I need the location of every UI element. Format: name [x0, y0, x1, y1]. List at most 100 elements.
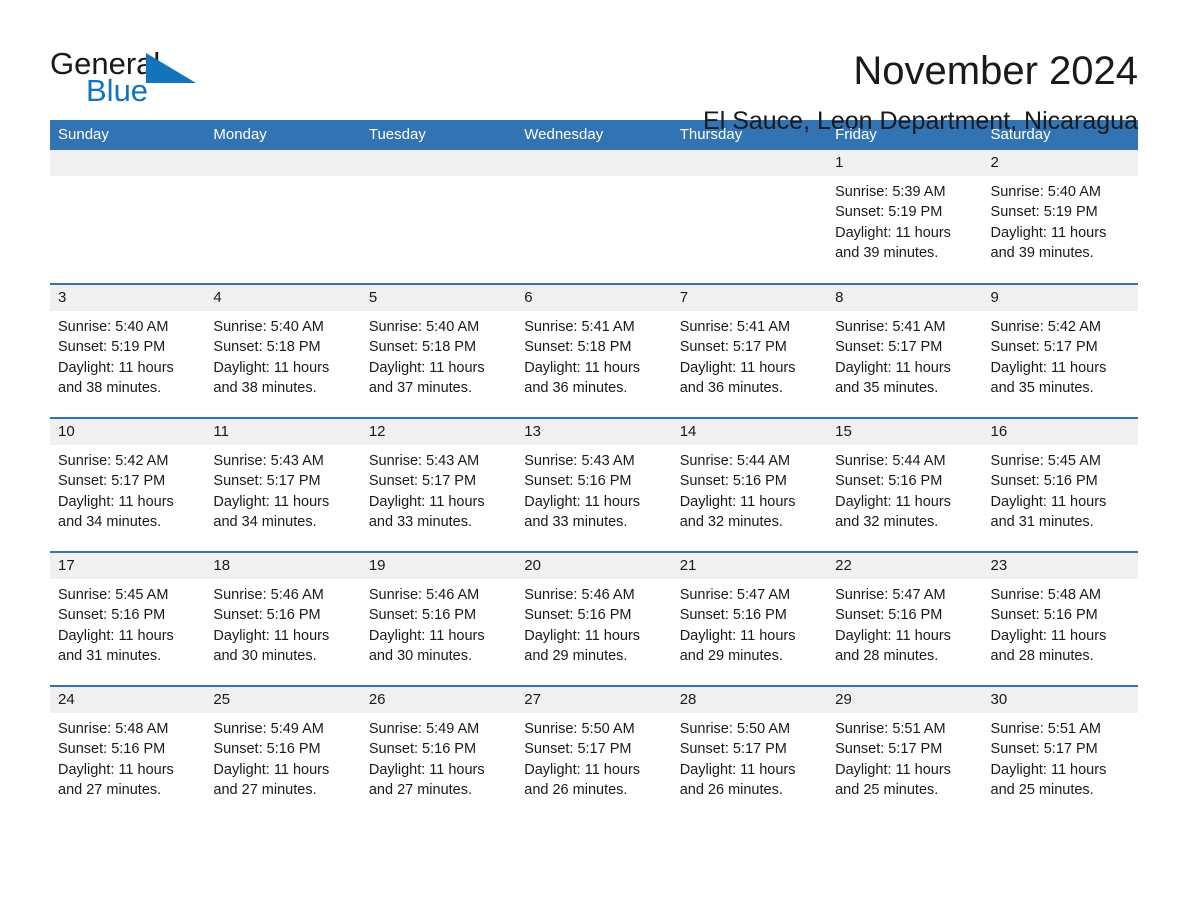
day-details: Sunrise: 5:45 AM Sunset: 5:16 PM Daylight:…	[50, 579, 205, 666]
weekday-header-sunday: Sunday	[50, 120, 206, 150]
calendar-day-cell[interactable]: 25 Sunrise: 5:49 AM Sunset: 5:16 PM Dayligh…	[205, 685, 361, 820]
day-cell-inner: 16 Sunrise: 5:45 AM Sunset: 5:16 PM Dayligh…	[982, 419, 1138, 551]
calendar-day-cell[interactable]: 15 Sunrise: 5:44 AM Sunset: 5:16 PM Dayligh…	[827, 417, 983, 552]
detail-sunset: Sunset: 5:17 PM	[679, 339, 787, 356]
day-details: Sunrise: 5:51 AM Sunset: 5:17 PM Daylight:…	[983, 713, 1138, 800]
calendar-day-cell[interactable]: 17 Sunrise: 5:45 AM Sunset: 5:16 PM Dayligh…	[50, 551, 206, 686]
detail-daylight-line2: and 25 minutes.	[990, 781, 1094, 798]
calendar-day-cell[interactable]: 8 Sunrise: 5:41 AM Sunset: 5:17 PM Daylight…	[827, 283, 983, 418]
weekday-header-tuesday: Tuesday	[360, 120, 517, 150]
day-number: 20	[516, 553, 672, 579]
day-number: 30	[982, 687, 1138, 713]
day-cell-inner: 15 Sunrise: 5:44 AM Sunset: 5:16 PM Dayligh…	[827, 419, 983, 551]
detail-daylight-line1: Daylight: 11 hours	[58, 359, 174, 376]
day-number	[671, 150, 828, 176]
day-details: Sunrise: 5:41 AM Sunset: 5:18 PM Daylight:…	[516, 311, 671, 398]
detail-sunset: Sunset: 5:16 PM	[679, 607, 787, 624]
detail-daylight-line2: and 30 minutes.	[213, 647, 317, 664]
day-number	[516, 150, 672, 176]
calendar-day-cell[interactable]: 19 Sunrise: 5:46 AM Sunset: 5:16 PM Dayligh…	[360, 551, 517, 686]
calendar-day-cell[interactable]: 3 Sunrise: 5:40 AM Sunset: 5:19 PM Daylight…	[50, 283, 206, 418]
detail-sunrise: Sunrise: 5:43 AM	[524, 453, 635, 469]
calendar-day-cell[interactable]: 9 Sunrise: 5:42 AM Sunset: 5:17 PM Daylight…	[982, 283, 1138, 418]
detail-daylight-line1: Daylight: 11 hours	[835, 761, 951, 778]
calendar-week-row: 17 Sunrise: 5:45 AM Sunset: 5:16 PM Dayligh…	[50, 551, 1138, 686]
calendar-day-cell[interactable]: 16 Sunrise: 5:45 AM Sunset: 5:16 PM Dayligh…	[982, 417, 1138, 552]
day-cell-inner: 10 Sunrise: 5:42 AM Sunset: 5:17 PM Dayligh…	[50, 419, 206, 551]
calendar-day-cell[interactable]: 13 Sunrise: 5:43 AM Sunset: 5:16 PM Dayligh…	[516, 417, 672, 552]
detail-daylight-line1: Daylight: 11 hours	[835, 627, 951, 644]
calendar-day-cell[interactable]: 6 Sunrise: 5:41 AM Sunset: 5:18 PM Daylight…	[516, 283, 672, 418]
day-number	[205, 150, 361, 176]
day-number: 13	[516, 419, 672, 445]
detail-daylight-line2: and 36 minutes.	[679, 379, 783, 396]
calendar-day-cell[interactable]: 11 Sunrise: 5:43 AM Sunset: 5:17 PM Dayligh…	[205, 417, 361, 552]
calendar-day-cell[interactable]: 7 Sunrise: 5:41 AM Sunset: 5:17 PM Daylight…	[671, 283, 828, 418]
day-number: 4	[205, 285, 361, 311]
calendar-day-cell[interactable]: 21 Sunrise: 5:47 AM Sunset: 5:16 PM Dayligh…	[671, 551, 828, 686]
calendar-day-cell[interactable]: 26 Sunrise: 5:49 AM Sunset: 5:16 PM Dayligh…	[360, 685, 517, 820]
day-details: Sunrise: 5:44 AM Sunset: 5:16 PM Daylight:…	[672, 445, 827, 532]
calendar-day-cell[interactable]: 14 Sunrise: 5:44 AM Sunset: 5:16 PM Dayligh…	[671, 417, 828, 552]
day-cell-inner: 17 Sunrise: 5:45 AM Sunset: 5:16 PM Dayligh…	[50, 553, 206, 685]
detail-daylight-line1: Daylight: 11 hours	[58, 493, 174, 510]
calendar-day-cell[interactable]: 12 Sunrise: 5:43 AM Sunset: 5:17 PM Dayligh…	[360, 417, 517, 552]
day-cell-inner: 26 Sunrise: 5:49 AM Sunset: 5:16 PM Dayligh…	[360, 687, 517, 820]
day-cell-inner	[50, 150, 206, 283]
detail-sunrise: Sunrise: 5:40 AM	[58, 319, 169, 335]
weekday-header-monday: Monday	[205, 120, 361, 150]
detail-sunrise: Sunrise: 5:40 AM	[990, 184, 1101, 200]
calendar-page: General Blue November 2024 El Sauce, Leo…	[0, 0, 1188, 918]
calendar-day-cell[interactable]: 30 Sunrise: 5:51 AM Sunset: 5:17 PM Dayligh…	[982, 685, 1138, 820]
detail-sunrise: Sunrise: 5:44 AM	[679, 453, 791, 469]
day-details: Sunrise: 5:42 AM Sunset: 5:17 PM Daylight:…	[983, 311, 1138, 398]
location-subtitle: El Sauce, Leon Department, Nicaragua	[703, 107, 1138, 135]
general-blue-logo[interactable]: General Blue	[50, 48, 200, 110]
detail-daylight-line2: and 27 minutes.	[368, 781, 473, 798]
calendar-day-cell[interactable]: 5 Sunrise: 5:40 AM Sunset: 5:18 PM Daylight…	[360, 283, 517, 418]
calendar-day-cell[interactable]: 29 Sunrise: 5:51 AM Sunset: 5:17 PM Dayligh…	[827, 685, 983, 820]
detail-sunrise: Sunrise: 5:48 AM	[58, 721, 169, 737]
detail-daylight-line2: and 39 minutes.	[835, 244, 939, 261]
detail-sunrise: Sunrise: 5:45 AM	[990, 453, 1101, 469]
detail-daylight-line1: Daylight: 11 hours	[58, 761, 174, 778]
detail-sunrise: Sunrise: 5:50 AM	[524, 721, 635, 737]
detail-daylight-line1: Daylight: 11 hours	[679, 627, 796, 644]
calendar-day-cell[interactable]: 20 Sunrise: 5:46 AM Sunset: 5:16 PM Dayligh…	[516, 551, 672, 686]
detail-sunset: Sunset: 5:18 PM	[524, 339, 632, 356]
day-details: Sunrise: 5:44 AM Sunset: 5:16 PM Daylight:…	[827, 445, 982, 532]
day-details	[361, 176, 516, 182]
detail-daylight-line2: and 25 minutes.	[835, 781, 939, 798]
detail-daylight-line2: and 37 minutes.	[368, 379, 473, 396]
detail-daylight-line2: and 35 minutes.	[990, 379, 1094, 396]
calendar-day-cell[interactable]: 10 Sunrise: 5:42 AM Sunset: 5:17 PM Dayligh…	[50, 417, 206, 552]
calendar-day-cell[interactable]: 4 Sunrise: 5:40 AM Sunset: 5:18 PM Daylight…	[205, 283, 361, 418]
calendar-day-cell[interactable]: 22 Sunrise: 5:47 AM Sunset: 5:16 PM Dayligh…	[827, 551, 983, 686]
detail-daylight-line2: and 26 minutes.	[524, 781, 628, 798]
day-details	[205, 176, 360, 182]
calendar-week-row: 10 Sunrise: 5:42 AM Sunset: 5:17 PM Dayligh…	[50, 417, 1138, 552]
calendar-day-cell-empty	[50, 150, 206, 284]
calendar-day-cell[interactable]: 18 Sunrise: 5:46 AM Sunset: 5:16 PM Dayligh…	[205, 551, 361, 686]
calendar-day-cell[interactable]: 24 Sunrise: 5:48 AM Sunset: 5:16 PM Dayligh…	[50, 685, 206, 820]
day-details: Sunrise: 5:50 AM Sunset: 5:17 PM Daylight:…	[516, 713, 671, 800]
day-details: Sunrise: 5:41 AM Sunset: 5:17 PM Daylight:…	[672, 311, 827, 398]
detail-daylight-line2: and 30 minutes.	[368, 647, 473, 664]
day-number: 25	[205, 687, 361, 713]
detail-daylight-line1: Daylight: 11 hours	[990, 761, 1107, 778]
day-cell-inner: 27 Sunrise: 5:50 AM Sunset: 5:17 PM Dayligh…	[516, 687, 672, 820]
logo-triangle-icon	[146, 53, 196, 83]
detail-daylight-line1: Daylight: 11 hours	[679, 359, 796, 376]
day-cell-inner: 28 Sunrise: 5:50 AM Sunset: 5:17 PM Dayligh…	[671, 687, 828, 820]
calendar-day-cell[interactable]: 1 Sunrise: 5:39 AM Sunset: 5:19 PM Daylight…	[827, 150, 983, 284]
detail-sunset: Sunset: 5:16 PM	[835, 607, 943, 624]
calendar-day-cell[interactable]: 23 Sunrise: 5:48 AM Sunset: 5:16 PM Dayligh…	[982, 551, 1138, 686]
page-title: November 2024	[853, 49, 1138, 93]
day-number: 3	[50, 285, 206, 311]
calendar-day-cell[interactable]: 28 Sunrise: 5:50 AM Sunset: 5:17 PM Dayligh…	[671, 685, 828, 820]
day-details: Sunrise: 5:42 AM Sunset: 5:17 PM Daylight:…	[50, 445, 205, 532]
day-details: Sunrise: 5:40 AM Sunset: 5:19 PM Daylight:…	[50, 311, 205, 398]
calendar-day-cell[interactable]: 27 Sunrise: 5:50 AM Sunset: 5:17 PM Dayligh…	[516, 685, 672, 820]
calendar-day-cell[interactable]: 2 Sunrise: 5:40 AM Sunset: 5:19 PM Daylight…	[982, 150, 1138, 284]
detail-sunrise: Sunrise: 5:46 AM	[524, 587, 635, 603]
